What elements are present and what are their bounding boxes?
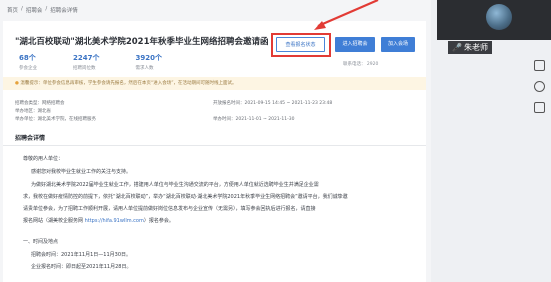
- microphone-icon: 🎤: [452, 43, 462, 52]
- sidebar-icons: [534, 60, 545, 113]
- notice-banner: ● 温馨提示：单位参会信息再审核，学生参会请先报名，然后在本页“进入会场”，在活…: [3, 77, 426, 90]
- warning-icon: ●: [15, 81, 19, 86]
- fair-detail-card: "湖北百校联动"湖北美术学院2021年秋季毕业生网络招聘会邀请函 68个 参会企…: [3, 21, 426, 282]
- registration-deadline-line: 企业报名时间：即日起至2021年11月28日。: [31, 264, 132, 270]
- breadcrumb: 首页 / 招聘会 / 招聘会详情: [7, 6, 78, 14]
- letter-greeting: 尊敬的用人单位：: [23, 156, 64, 162]
- avatar: [486, 4, 512, 30]
- breadcrumb-home[interactable]: 首页: [7, 6, 18, 14]
- recruitment-page: 首页 / 招聘会 / 招聘会详情 "湖北百校联动"湖北美术学院2021年秋季毕业…: [0, 0, 431, 282]
- registration-time: 开放报名时间：2021-09-15 14:45 ~ 2021-11-23 23:…: [213, 101, 333, 106]
- stat-positions: 2247个 招聘岗位数: [73, 54, 100, 71]
- fair-region: 举办地区：湖北省: [15, 109, 51, 114]
- letter-line: 报名网站（湖美校企服务网 https://hifa.91wllm.com）报名参…: [23, 218, 174, 224]
- registration-link[interactable]: https://hifa.91wllm.com: [85, 218, 144, 224]
- holding-time: 举办时间：2021-11-01 ~ 2021-11-30: [213, 117, 295, 122]
- stat-demand: 3920个 需求人数: [135, 54, 162, 71]
- fair-host: 举办单位：湖北美术学院，在线招聘服务: [15, 117, 96, 122]
- fair-type: 招聘会类型：网络招聘会: [15, 101, 65, 106]
- letter-line: 感谢您对我校毕业生就业工作的关注与支持。: [31, 169, 132, 175]
- stats-row: 68个 参会企业 2247个 招聘岗位数 3920个 需求人数: [19, 53, 162, 71]
- window-icon[interactable]: [534, 60, 545, 71]
- letter-line: 求，我校在做好疫情防控的前提下，依托“湖北百校联动”，举办“湖北百校联动·湖北美…: [23, 194, 348, 200]
- divider: [3, 145, 426, 146]
- fair-time-line: 招聘会时间：2021年11月1日—11月30日。: [31, 252, 131, 258]
- pin-icon[interactable]: [534, 102, 545, 113]
- letter-line: 请贵单位参会，为了招聘工作顺利开展，请用人单位提前做好岗位信息发布与企业宣传（无…: [23, 206, 316, 212]
- speaker-label: 🎤 朱老师: [448, 41, 492, 54]
- help-icon[interactable]: [534, 81, 545, 92]
- breadcrumb-fairs[interactable]: 招聘会: [26, 6, 43, 14]
- enter-fair-button[interactable]: 进入招聘会: [335, 37, 375, 52]
- breadcrumb-current: 招聘会详情: [50, 8, 78, 14]
- red-highlight-box: [271, 33, 331, 57]
- contact-phone: 联系电话： 2920: [343, 62, 379, 67]
- stat-companies: 68个 参会企业: [19, 54, 37, 71]
- page-title: "湖北百校联动"湖北美术学院2021年秋季毕业生网络招聘会邀请函: [15, 37, 269, 47]
- letter-line: 为做好湖北美术学院2022届毕业生就业工作，搭建用人单位与毕业生沟通交流的平台，…: [31, 182, 319, 188]
- section-heading: 一、时间及地点: [23, 239, 59, 245]
- join-venue-button[interactable]: 加入会场: [381, 37, 415, 52]
- section-title: 招聘会详情: [15, 135, 46, 142]
